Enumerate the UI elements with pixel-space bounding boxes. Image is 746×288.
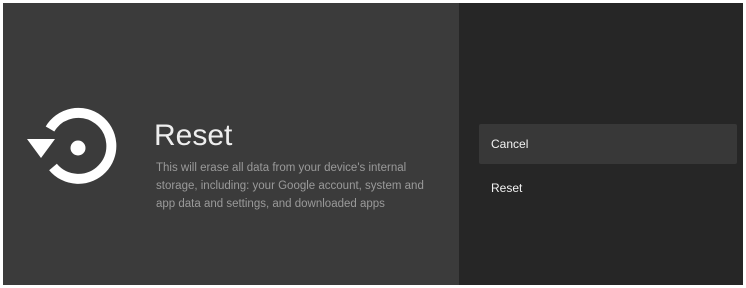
reset-icon [27,107,117,184]
description-text: This will erase all data from your devic… [156,162,424,210]
guidance-panel: Reset This will erase all data from your… [3,3,459,285]
cancel-button[interactable]: Cancel [479,124,737,164]
options-list: Cancel Reset [479,124,737,208]
actions-panel: Cancel Reset [459,3,743,285]
reset-dialog: Reset This will erase all data from your… [3,3,743,285]
page-title: Reset [154,119,233,152]
reset-button[interactable]: Reset [479,168,737,208]
